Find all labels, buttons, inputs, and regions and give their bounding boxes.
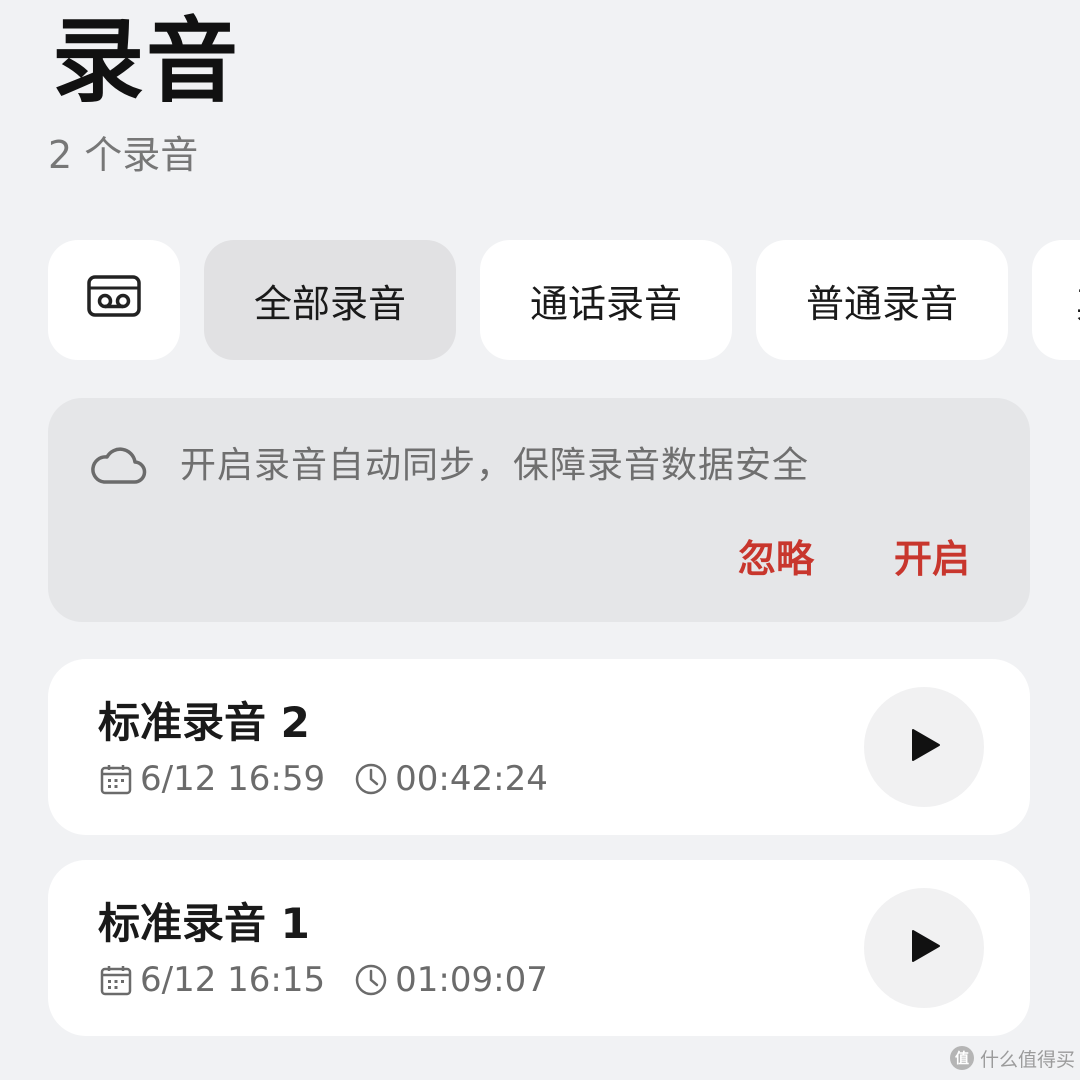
tab-label: 普通录音: [805, 281, 958, 326]
filter-bar: 全部录音 通话录音 普通录音 其: [48, 240, 1080, 360]
page-title: 录音: [52, 8, 241, 115]
play-button[interactable]: [864, 687, 984, 807]
tab-all-recordings[interactable]: 全部录音: [204, 240, 456, 360]
tab-label: 通话录音: [529, 281, 682, 326]
ignore-button[interactable]: 忽略: [738, 534, 814, 584]
cassette-filter-button[interactable]: [48, 240, 180, 360]
cloud-icon: [88, 440, 148, 494]
play-icon: [904, 926, 944, 970]
clock-icon: [353, 761, 389, 797]
sync-banner: 开启录音自动同步，保障录音数据安全 忽略 开启: [48, 398, 1030, 622]
play-icon: [904, 725, 944, 769]
watermark: 值 什么值得买: [950, 1042, 1075, 1074]
recording-meta: 6/12 16:15 01:09:07: [98, 958, 548, 1002]
tab-other-recordings[interactable]: 其: [1032, 240, 1080, 360]
recording-count: 2 个录音: [48, 133, 199, 177]
watermark-text: 什么值得买: [980, 1048, 1076, 1071]
tab-label: 其: [1076, 273, 1080, 328]
play-button[interactable]: [864, 888, 984, 1008]
recording-item[interactable]: 标准录音 1 6/12 16:15 01:09:07: [48, 860, 1030, 1036]
sync-message: 开启录音自动同步，保障录音数据安全: [180, 445, 810, 486]
recording-item[interactable]: 标准录音 2 6/12 16:59 00:42:24: [48, 659, 1030, 835]
recording-duration: 01:09:07: [395, 960, 548, 1000]
recordings-screen: 录音 2 个录音 全部录音 通话录音 普通录音 其: [0, 0, 1080, 1080]
recording-date: 6/12 16:59: [140, 759, 326, 799]
tab-normal-recordings[interactable]: 普通录音: [756, 240, 1008, 360]
calendar-icon: [98, 962, 134, 998]
recording-name: 标准录音 1: [98, 899, 310, 948]
tab-call-recordings[interactable]: 通话录音: [480, 240, 732, 360]
recording-date: 6/12 16:15: [140, 960, 326, 1000]
enable-sync-button[interactable]: 开启: [894, 534, 970, 584]
recording-duration: 00:42:24: [395, 759, 548, 799]
cassette-tape-icon: [86, 274, 142, 327]
recording-meta: 6/12 16:59 00:42:24: [98, 757, 548, 801]
watermark-logo-icon: 值: [950, 1046, 974, 1070]
tab-label: 全部录音: [253, 281, 406, 326]
calendar-icon: [98, 761, 134, 797]
recording-name: 标准录音 2: [98, 698, 310, 747]
clock-icon: [353, 962, 389, 998]
